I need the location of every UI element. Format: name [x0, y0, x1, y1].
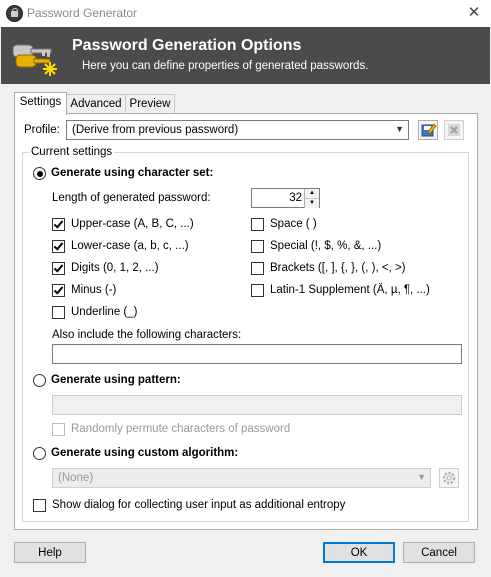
custom-algorithm-label: Generate using custom algorithm: — [51, 447, 239, 459]
uppercase-label: Upper-case (A, B, C, ...) — [71, 218, 194, 230]
delete-profile-button[interactable] — [444, 120, 464, 140]
brackets-label: Brackets ([, ], {, }, (, ), <, >) — [270, 262, 406, 274]
space-label: Space ( ) — [270, 218, 317, 230]
underline-checkbox[interactable] — [52, 306, 65, 319]
cancel-button[interactable]: Cancel — [403, 542, 475, 563]
custom-algorithm-dropdown[interactable]: (None) ▼ — [52, 468, 431, 488]
chevron-down-icon: ▼ — [417, 472, 426, 482]
lowercase-label: Lower-case (a, b, c, ...) — [71, 240, 189, 252]
charset-radio[interactable] — [33, 167, 46, 180]
ok-button[interactable]: OK — [323, 542, 395, 563]
permute-label: Randomly permute characters of password — [71, 423, 291, 435]
also-include-label: Also include the following characters: — [52, 329, 242, 341]
spin-up-icon[interactable]: ▲ — [304, 189, 319, 198]
length-value: 32 — [289, 192, 302, 204]
minus-checkbox[interactable] — [52, 284, 65, 297]
delete-icon — [448, 124, 460, 136]
custom-algorithm-radio[interactable] — [33, 447, 46, 460]
chevron-down-icon: ▼ — [395, 124, 404, 134]
digits-label: Digits (0, 1, 2, ...) — [71, 262, 159, 274]
lock-icon — [6, 5, 23, 22]
lowercase-checkbox[interactable] — [52, 240, 65, 253]
digits-checkbox[interactable] — [52, 262, 65, 275]
window-title: Password Generator — [27, 6, 138, 20]
brackets-checkbox[interactable] — [251, 262, 264, 275]
underline-label: Underline (_) — [71, 306, 138, 318]
profile-dropdown[interactable]: (Derive from previous password) ▼ — [66, 120, 409, 140]
pattern-radio[interactable] — [33, 374, 46, 387]
entropy-label: Show dialog for collecting user input as… — [52, 499, 346, 511]
header-banner — [1, 27, 490, 84]
close-icon[interactable]: ✕ — [462, 2, 486, 24]
also-include-input[interactable] — [52, 344, 462, 364]
tab-advanced[interactable]: Advanced — [65, 94, 127, 114]
profile-value: (Derive from previous password) — [72, 124, 239, 136]
banner-subtitle: Here you can define properties of genera… — [82, 60, 369, 72]
profile-label: Profile: — [24, 124, 60, 136]
pattern-input[interactable] — [52, 395, 462, 415]
special-label: Special (!, $, %, &, ...) — [270, 240, 382, 252]
tab-settings[interactable]: Settings — [14, 92, 67, 115]
banner-title: Password Generation Options — [72, 37, 302, 54]
latin1-label: Latin-1 Supplement (Ä, µ, ¶, ...) — [270, 284, 430, 296]
help-button[interactable]: Help — [14, 542, 86, 563]
algorithm-options-button[interactable] — [439, 468, 459, 488]
gear-icon — [442, 471, 456, 485]
pattern-radio-label: Generate using pattern: — [51, 374, 181, 386]
charset-radio-label: Generate using character set: — [51, 167, 214, 179]
custom-algorithm-value: (None) — [58, 472, 94, 484]
special-checkbox[interactable] — [251, 240, 264, 253]
save-icon — [421, 123, 437, 137]
minus-label: Minus (-) — [71, 284, 117, 296]
entropy-checkbox[interactable] — [33, 499, 46, 512]
latin1-checkbox[interactable] — [251, 284, 264, 297]
space-checkbox[interactable] — [251, 218, 264, 231]
spin-down-icon[interactable]: ▼ — [304, 198, 319, 208]
length-label: Length of generated password: — [52, 192, 211, 204]
permute-checkbox[interactable] — [52, 423, 65, 436]
current-settings-label: Current settings — [29, 146, 115, 158]
save-profile-button[interactable] — [418, 120, 438, 140]
length-spinner[interactable]: 32 ▲ ▼ — [251, 188, 320, 208]
tab-preview[interactable]: Preview — [125, 94, 175, 114]
keys-icon — [12, 44, 57, 76]
uppercase-checkbox[interactable] — [52, 218, 65, 231]
